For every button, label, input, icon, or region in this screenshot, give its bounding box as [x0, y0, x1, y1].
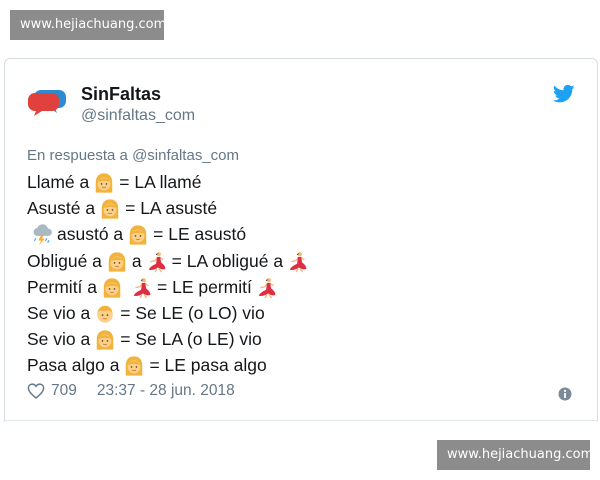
info-icon[interactable]	[558, 387, 572, 401]
woman-emoji-icon	[93, 172, 115, 194]
woman-emoji-icon	[123, 355, 145, 377]
tweet-line-text: = LA obligué a	[171, 250, 284, 271]
woman-emoji-icon	[101, 277, 123, 299]
tweet-line: Pasa algo a = LE pasa algo	[27, 352, 313, 378]
dancer-emoji-icon	[146, 251, 168, 273]
tweet-line: Llamé a = LA llamé	[27, 169, 313, 195]
tweet-line-text: = LA llamé	[119, 172, 202, 193]
tweet-line-text: Asusté a	[27, 198, 96, 219]
tweet-line-text: a	[131, 250, 142, 271]
tweet-line-text: Permití a	[27, 276, 98, 297]
tweet-line-text: = LE permití	[157, 276, 252, 297]
tweet-line-text: Obligué a	[27, 250, 102, 271]
tweet-line-text: Llamé a	[27, 172, 90, 193]
dancer-emoji-icon	[131, 277, 153, 299]
twitter-bird-icon[interactable]	[553, 84, 575, 104]
tweet-text: Llamé a = LA llamé Asusté a = LA asusté asus…	[27, 169, 313, 379]
like-count[interactable]: 709	[51, 382, 77, 400]
woman-emoji-icon	[99, 198, 121, 220]
speech-bubbles-icon[interactable]	[27, 87, 67, 117]
storm-cloud-emoji-icon	[31, 224, 53, 246]
tweet-line-text: = LE pasa algo	[149, 355, 267, 376]
dancer-emoji-icon	[287, 251, 309, 273]
tweet-line: Asusté a = LA asusté	[27, 195, 313, 221]
woman-emoji-icon	[127, 224, 149, 246]
tweet-card: SinFaltas @sinfaltas_com En respuesta a …	[4, 58, 598, 422]
display-name[interactable]: SinFaltas	[81, 84, 161, 105]
watermark-top: www.hejiachuang.com	[10, 10, 166, 40]
dancer-emoji-icon	[256, 277, 278, 299]
tweet-line-text: = Se LE (o LO) vio	[120, 303, 265, 324]
screenshot: www.hejiachuang.com SinFaltas @sinfaltas…	[0, 0, 600, 480]
tweet-line-text: Se vio a	[27, 329, 91, 350]
reply-context[interactable]: En respuesta a @sinfaltas_com	[27, 147, 239, 164]
heart-icon[interactable]	[27, 383, 45, 399]
timestamp[interactable]: 23:37 - 28 jun. 2018	[97, 382, 235, 400]
tweet-line-text: = LA asusté	[125, 198, 218, 219]
tweet-line: asustó a = LE asustó	[27, 221, 313, 247]
user-handle[interactable]: @sinfaltas_com	[81, 107, 195, 125]
tweet-line: Se vio a = Se LA (o LE) vio	[27, 326, 313, 352]
woman-emoji-icon	[94, 329, 116, 351]
tweet-line-text: Se vio a	[27, 303, 91, 324]
man-emoji-icon	[94, 303, 116, 325]
tweet-line: Obligué a a = LA obligué a	[27, 248, 313, 274]
watermark-bottom: www.hejiachuang.com	[437, 440, 593, 470]
tweet-line-text: asustó a	[57, 224, 124, 245]
tweet-footer: 709 23:37 - 28 jun. 2018	[27, 382, 235, 400]
tweet-line-text: Pasa algo a	[27, 355, 120, 376]
tweet-line: Permití a = LE permití	[27, 274, 313, 300]
tweet-line: Se vio a = Se LE (o LO) vio	[27, 300, 313, 326]
woman-emoji-icon	[106, 251, 128, 273]
divider	[4, 420, 598, 421]
tweet-line-text: = LE asustó	[153, 224, 247, 245]
tweet-line-text: = Se LA (o LE) vio	[120, 329, 262, 350]
